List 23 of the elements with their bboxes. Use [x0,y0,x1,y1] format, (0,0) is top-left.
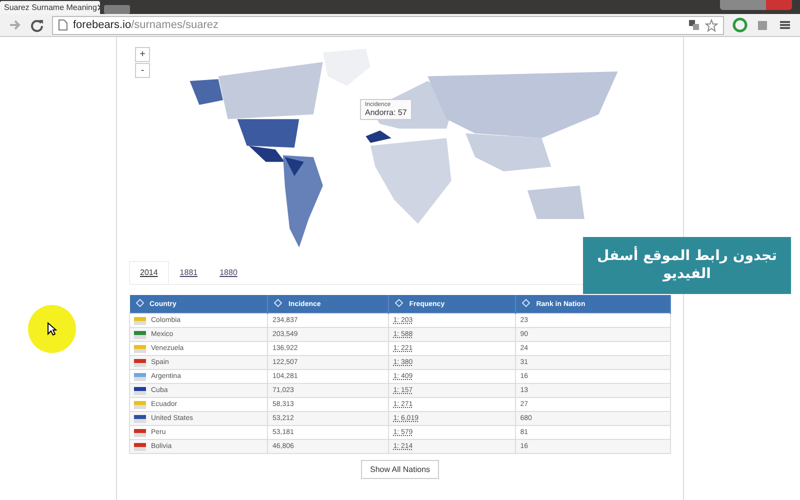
forward-icon[interactable] [8,18,22,32]
page-icon [58,19,68,31]
translate-icon[interactable] [688,19,700,31]
video-caption: تجدون رابط الموقع أسفل الفيديو [583,237,791,294]
tooltip-value: Andorra: 57 [365,108,407,117]
sort-icon [274,299,282,307]
close-icon[interactable] [96,4,104,11]
show-all-button[interactable]: Show All Nations [360,460,440,479]
reload-icon[interactable] [30,18,44,32]
star-icon[interactable] [705,18,718,32]
extension-icon[interactable] [732,17,748,33]
sort-icon [395,299,404,307]
address-bar[interactable]: forebears.io/surnames/suarez [52,16,724,34]
zoom-out-button[interactable]: - [135,63,150,78]
zoom-in-button[interactable]: + [135,47,150,62]
pointer-icon [47,322,57,336]
sort-icon [136,299,144,307]
year-tab[interactable]: 1880 [208,261,248,284]
sort-icon [522,299,530,307]
year-tab[interactable]: 2014 [129,261,169,284]
extension-icon[interactable] [756,18,770,32]
menu-icon[interactable] [778,18,792,32]
year-tab[interactable]: 1881 [168,261,209,284]
